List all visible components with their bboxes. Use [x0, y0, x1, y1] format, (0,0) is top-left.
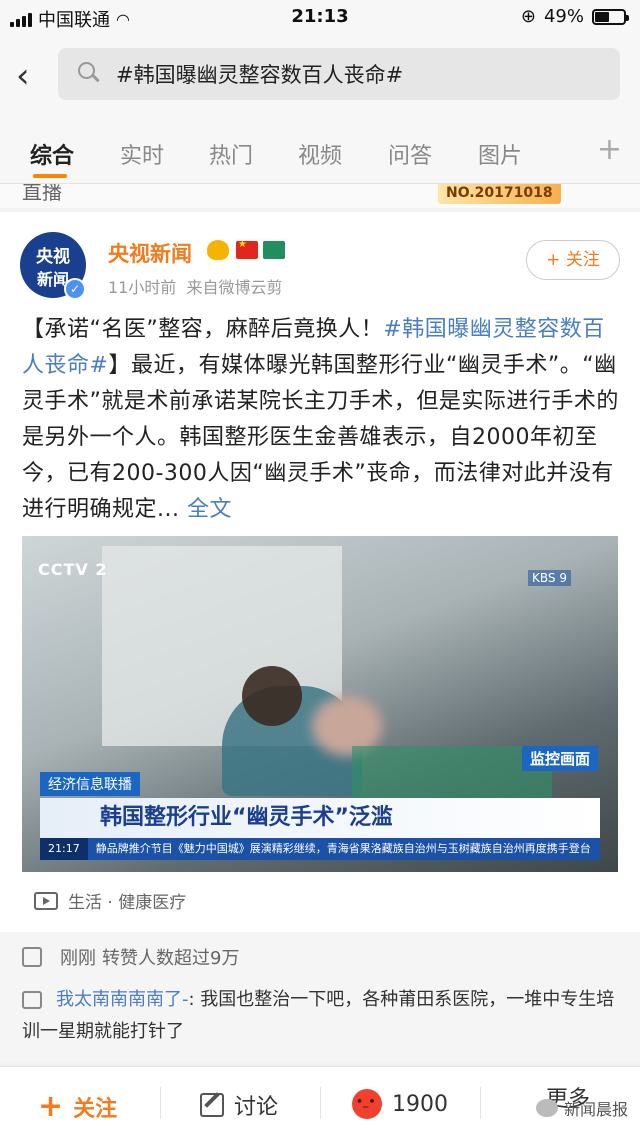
cctv-logo: CCTV 2 — [38, 560, 108, 579]
number-badge: NO.20171018 — [438, 184, 561, 204]
ticker-time: 21:17 — [40, 838, 88, 860]
video-player[interactable]: CCTV 2 KBS 9 监控画面 经济信息联播 韩国整形行业“幽灵手术”泛滥 … — [22, 536, 618, 872]
discuss-label: 讨论 — [234, 1095, 279, 1120]
bottom-divider — [480, 1087, 481, 1119]
china-flag-icon — [236, 239, 258, 259]
comment-user[interactable]: 我太南南南南了- — [56, 989, 189, 1010]
post-text: 【承诺“名医”整容，麻醉后竟换人！#韩国曝幽灵整容数百人丧命#】最近，有媒体曝光… — [22, 312, 622, 528]
video-ticker: 21:17 静品牌推介节目《魅力中国城》展演精彩继续，青海省果洛藏族自治州与玉树藏… — [40, 838, 600, 860]
post-card: 央视 新闻 ✓ 央视新闻 11小时前 来自微博云剪 + 关注 【承诺“名医”整容… — [0, 212, 640, 932]
wechat-icon — [535, 1099, 558, 1117]
full-text-link[interactable]: 全文 — [187, 497, 232, 522]
monitor-badge: 监控画面 — [522, 746, 599, 771]
video-category-icon — [34, 891, 58, 910]
reaction-button[interactable]: 1900 — [352, 1089, 448, 1119]
avatar-text-1: 央视 — [36, 247, 70, 267]
bottom-follow-button[interactable]: + 关注 — [38, 1089, 117, 1124]
search-tabs: 综合 实时 热门 视频 问答 图片 + — [0, 120, 640, 184]
status-bar: 中国联通 ◠ 21:13 ⊕ 49% — [0, 0, 640, 36]
program-label: 经济信息联播 — [40, 772, 140, 796]
post-time: 11小时前 — [108, 278, 177, 297]
video-scene-head — [242, 666, 302, 726]
interaction-area: 刚刚 转赞人数超过9万 我太南南南南了-: 我国也整治一下吧，各种莆田系医院，一… — [0, 932, 640, 1062]
author-name[interactable]: 央视新闻 — [108, 238, 192, 268]
edit-icon — [200, 1093, 224, 1117]
verified-icon: ✓ — [64, 278, 86, 300]
thumbs-up-icon — [22, 947, 42, 967]
like-summary: 刚刚 转赞人数超过9万 — [22, 944, 239, 970]
category-row[interactable]: 生活 · 健康医疗 — [34, 888, 186, 913]
previous-card-strip: 直播 NO.20171018 — [0, 184, 640, 208]
post-source: 来自微博云剪 — [186, 278, 283, 297]
video-headline: 韩国整形行业“幽灵手术”泛滥 — [40, 798, 600, 838]
follow-button[interactable]: + 关注 — [526, 240, 620, 280]
like-text: 转赞人数超过9万 — [102, 948, 240, 969]
search-header: ‹ #韩国曝幽灵整容数百人丧命# — [0, 36, 640, 120]
macau-flag-icon — [263, 241, 285, 259]
tab-pictures[interactable]: 图片 — [478, 138, 522, 170]
bottom-divider — [160, 1087, 161, 1119]
tab-qa[interactable]: 问答 — [388, 138, 432, 170]
bottom-divider — [320, 1087, 321, 1119]
watermark: 新闻晨报 — [535, 1096, 628, 1120]
comment-icon — [22, 991, 42, 1009]
discuss-button[interactable]: 讨论 — [200, 1089, 278, 1121]
battery-icon — [592, 8, 629, 25]
vip-crown-icon — [207, 240, 229, 260]
battery-fill — [595, 11, 609, 22]
post-text-body: 】最近，有媒体曝光韩国整形行业“幽灵手术”。“幽灵手术”就是术前承诺某院长主刀手… — [22, 353, 619, 522]
active-tab-indicator — [33, 174, 67, 178]
reaction-count: 1900 — [392, 1091, 448, 1117]
watermark-text: 新闻晨报 — [563, 1100, 628, 1119]
kbs-logo: KBS 9 — [528, 570, 571, 586]
plus-icon: + — [38, 1089, 64, 1124]
post-text-prefix: 【承诺“名医”整容，麻醉后竟换人！ — [22, 317, 384, 342]
search-query: #韩国曝幽灵整容数百人丧命# — [116, 63, 404, 87]
battery-percent: 49% — [543, 6, 584, 27]
ticker-text: 静品牌推介节目《魅力中国城》展演精彩继续，青海省果洛藏族自治州与玉树藏族自治州再… — [95, 842, 591, 855]
previous-card-text: 直播 — [22, 184, 62, 204]
comment-preview[interactable]: 我太南南南南了-: 我国也整治一下吧，各种莆田系医院，一堆中专生培训一星期就能打… — [22, 984, 622, 1048]
add-tab-icon[interactable]: + — [597, 132, 622, 167]
tab-video[interactable]: 视频 — [298, 138, 342, 170]
tab-realtime[interactable]: 实时 — [120, 138, 164, 170]
back-button[interactable]: ‹ — [16, 58, 46, 94]
rotation-lock-icon: ⊕ — [520, 6, 536, 27]
tab-comprehensive[interactable]: 综合 — [30, 138, 74, 170]
search-input[interactable]: #韩国曝幽灵整容数百人丧命# — [58, 48, 620, 100]
status-right: ⊕ 49% — [520, 6, 629, 27]
tab-hot[interactable]: 热门 — [209, 138, 253, 170]
like-time: 刚刚 — [60, 948, 96, 969]
category-label: 生活 · 健康医疗 — [68, 893, 187, 913]
post-meta: 11小时前 来自微博云剪 — [108, 274, 283, 298]
bottom-follow-label: 关注 — [73, 1096, 118, 1122]
search-icon — [78, 62, 102, 86]
angry-emoji-icon — [352, 1089, 382, 1119]
